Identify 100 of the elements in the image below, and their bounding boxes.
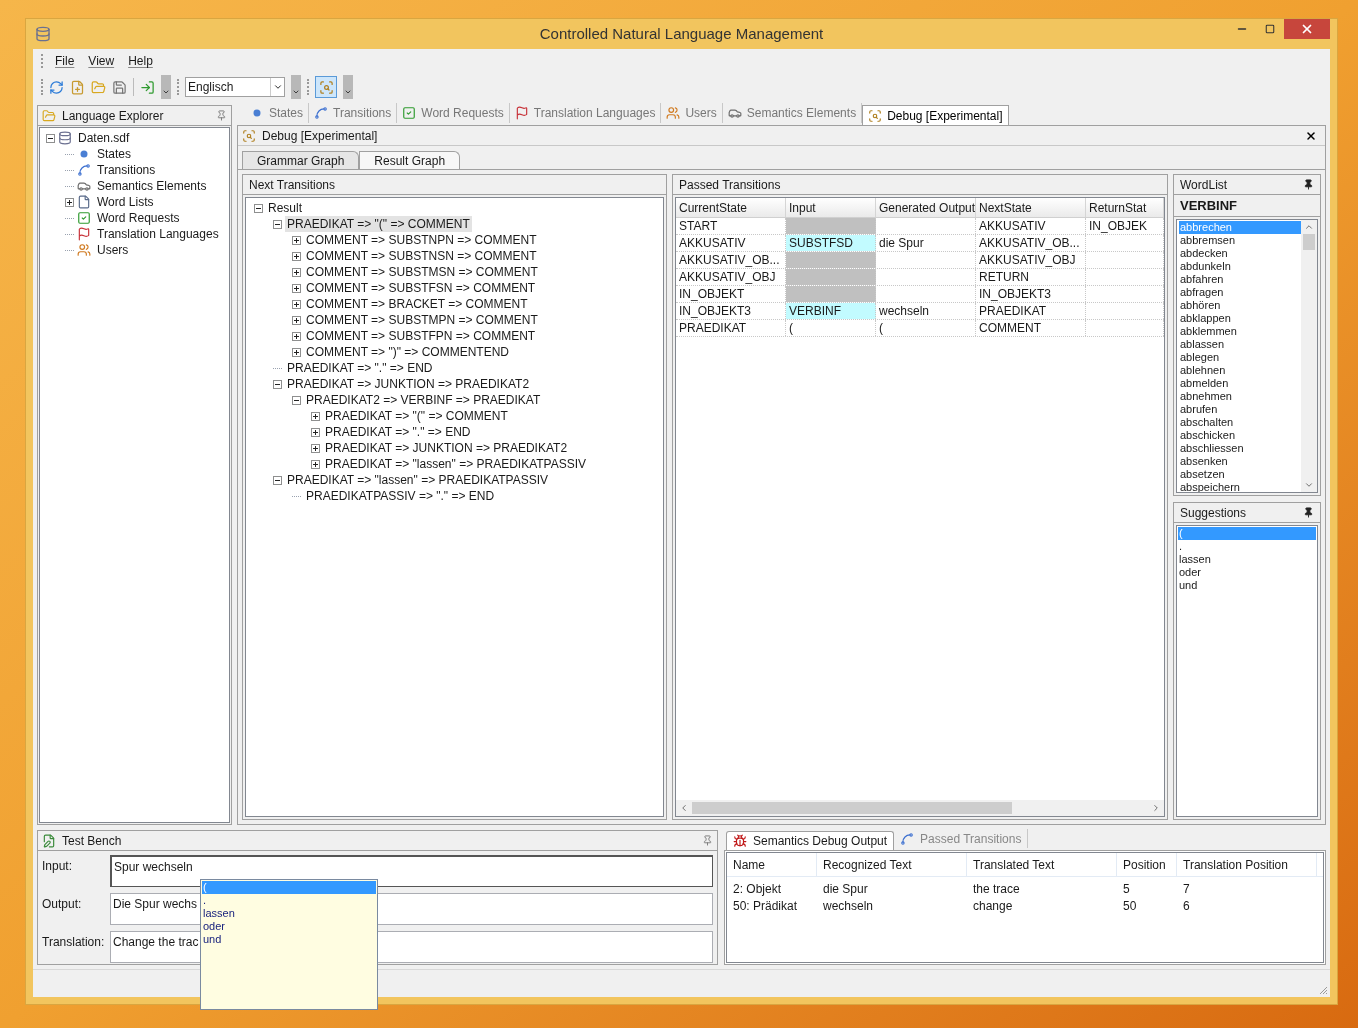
tree-item[interactable]: COMMENT => SUBSTFSN => COMMENT [304,280,538,296]
tree-item[interactable]: Users [95,242,131,258]
list-item[interactable]: abklappen [1179,312,1301,325]
list-item[interactable]: abmelden [1179,377,1301,390]
tree-item[interactable]: Transitions [95,162,158,178]
list-item[interactable]: abdecken [1179,247,1301,260]
tree-item[interactable]: PRAEDIKAT2 => VERBINF => PRAEDIKAT [304,392,543,408]
expand-toggle[interactable] [292,283,301,293]
list-item[interactable]: ablassen [1179,338,1301,351]
menu-item[interactable]: Help [122,52,159,70]
expand-toggle[interactable] [292,235,301,245]
column-header[interactable]: NextState [976,198,1086,217]
document-tab[interactable]: Transitions [309,103,398,123]
expand-toggle[interactable] [292,267,301,277]
graph-tab[interactable]: Grammar Graph [242,151,360,169]
collapse-toggle[interactable] [273,475,282,485]
document-tab[interactable]: Translation Languages [509,103,662,123]
column-header[interactable]: Translated Text [967,853,1117,876]
output-tab[interactable]: Semantics Debug Output [726,831,895,850]
tree-item[interactable]: COMMENT => SUBSTMPN => COMMENT [304,312,540,328]
list-item[interactable]: . [1178,540,1316,553]
tree-item[interactable]: PRAEDIKAT => "lassen" => PRAEDIKATPASSIV [285,472,551,488]
menu-item[interactable]: File [49,52,81,70]
list-item[interactable]: abschliessen [1179,442,1301,455]
tree-item[interactable]: PRAEDIKAT => "(" => COMMENT [285,216,472,232]
collapse-toggle[interactable] [254,203,263,213]
column-header[interactable]: Input [786,198,876,217]
expand-toggle[interactable] [292,299,301,309]
collapse-toggle[interactable] [46,133,55,143]
tree-item[interactable]: PRAEDIKAT => "lassen" => PRAEDIKATPASSIV [323,456,589,472]
pin-icon[interactable] [1303,179,1314,190]
list-item[interactable]: absenken [1179,455,1301,468]
resize-grip-icon[interactable] [1318,985,1328,995]
graph-tab[interactable]: Result Graph [359,151,461,169]
tree-item[interactable]: Word Requests [95,210,182,226]
expand-toggle[interactable] [311,427,320,437]
tree-item[interactable]: COMMENT => SUBSTMSN => COMMENT [304,264,540,280]
column-header[interactable]: Name [727,853,817,876]
exit-icon[interactable] [140,79,155,95]
collapse-toggle[interactable] [273,219,282,229]
list-item[interactable]: oder [1178,566,1316,579]
close-button[interactable] [1284,19,1330,39]
collapse-toggle[interactable] [292,395,301,405]
list-item[interactable]: abklemmen [1179,325,1301,338]
scroll-up-icon[interactable] [1304,222,1314,232]
list-item[interactable]: und [1178,579,1316,592]
document-tab[interactable]: Debug [Experimental] [862,105,1009,125]
tree-item[interactable]: PRAEDIKAT => "." => END [285,360,435,376]
save-icon[interactable] [112,79,127,95]
tree-item[interactable]: Result [266,200,304,216]
refresh-icon[interactable] [49,79,64,95]
expand-toggle[interactable] [292,251,301,261]
expand-toggle[interactable] [292,347,301,357]
expand-toggle[interactable] [311,443,320,453]
tree-item[interactable]: PRAEDIKAT => JUNKTION => PRAEDIKAT2 [285,376,532,392]
tree-item[interactable]: COMMENT => ")" => COMMENTEND [304,344,511,360]
column-header[interactable]: Position [1117,853,1177,876]
column-header[interactable]: Recognized Text [817,853,967,876]
scroll-thumb[interactable] [1303,234,1315,250]
expand-toggle[interactable] [292,315,301,325]
column-header[interactable]: CurrentState [676,198,786,217]
close-icon[interactable] [1305,129,1317,142]
tree-item[interactable]: PRAEDIKAT => JUNKTION => PRAEDIKAT2 [323,440,570,456]
list-item[interactable]: absetzen [1179,468,1301,481]
list-item[interactable]: abhören [1179,299,1301,312]
document-tab[interactable]: Users [661,103,723,123]
document-tab[interactable]: States [245,103,310,123]
column-header[interactable]: ReturnStat [1086,198,1164,217]
suggestion-item[interactable]: und [202,933,376,946]
list-item[interactable]: abbremsen [1179,234,1301,247]
expand-toggle[interactable] [311,459,320,469]
scroll-right-icon[interactable] [1151,803,1161,813]
tree-item[interactable]: COMMENT => BRACKET => COMMENT [304,296,530,312]
vertical-scrollbar[interactable] [1301,220,1317,492]
language-dropdown[interactable]: Englisch [185,77,285,97]
tree-item[interactable]: COMMENT => SUBSTFPN => COMMENT [304,328,538,344]
list-item[interactable]: lassen [1178,553,1316,566]
scroll-down-icon[interactable] [1304,480,1314,490]
tree-item[interactable]: States [95,146,134,162]
tree-item[interactable]: Semantics Elements [95,178,209,194]
scroll-thumb[interactable] [692,802,1012,814]
expand-toggle[interactable] [65,197,74,207]
tree-item[interactable]: Word Lists [95,194,156,210]
list-item[interactable]: ablegen [1179,351,1301,364]
list-item[interactable]: abschicken [1179,429,1301,442]
column-header[interactable]: Translation Position [1177,853,1317,876]
tree-item[interactable]: PRAEDIKAT => "." => END [323,424,473,440]
list-item[interactable]: ablehnen [1179,364,1301,377]
list-item[interactable]: abfragen [1179,286,1301,299]
expand-toggle[interactable] [292,331,301,341]
horizontal-scrollbar[interactable] [676,800,1164,816]
debug-toggle[interactable] [315,76,337,98]
suggestion-item[interactable]: . [202,894,376,907]
collapse-toggle[interactable] [273,379,282,389]
expand-toggle[interactable] [311,411,320,421]
tree-item[interactable]: Translation Languages [95,226,221,242]
scroll-left-icon[interactable] [679,803,689,813]
menu-item[interactable]: View [82,52,121,70]
list-item[interactable]: abschalten [1179,416,1301,429]
list-item[interactable]: abdunkeln [1179,260,1301,273]
